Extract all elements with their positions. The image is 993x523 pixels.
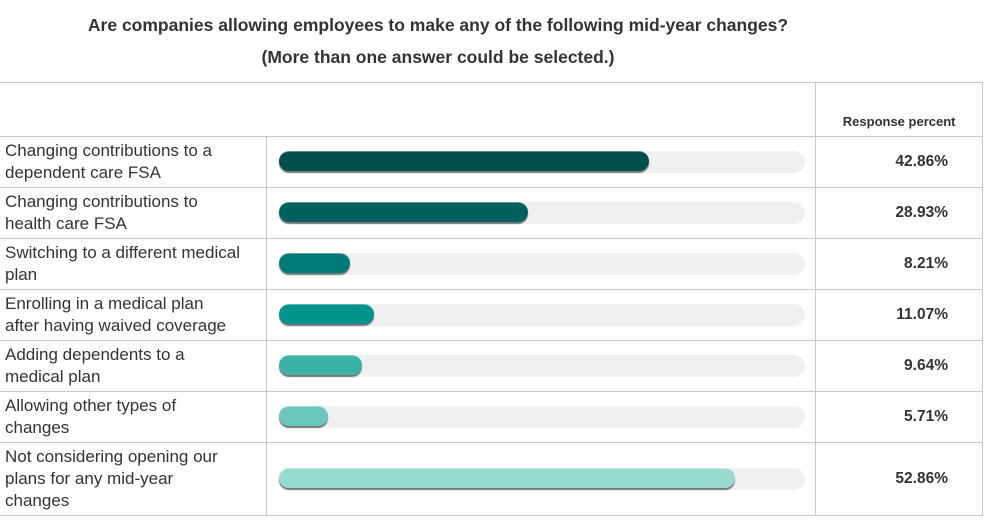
chart-subtitle: (More than one answer could be selected.… (261, 47, 615, 67)
category-label-line: health care FSA (5, 214, 127, 233)
bar (278, 355, 362, 375)
category-label-line: Allowing other types of (5, 396, 177, 415)
bar-track (278, 202, 805, 224)
header-blank-cell (266, 82, 816, 137)
bar-track (278, 253, 805, 275)
header-blank-cell (0, 82, 267, 137)
bar (278, 151, 649, 171)
category-label: Enrolling in a medical plan after having … (0, 289, 267, 341)
category-label-line: Switching to a different medical (5, 243, 240, 262)
table-row: Enrolling in a medical plan after having … (0, 289, 983, 341)
response-percent-value: 52.86% (815, 442, 983, 516)
bar-track (278, 468, 805, 490)
category-label-line: Not considering opening our (5, 447, 218, 466)
category-label: Changing contributions to health care FSA (0, 187, 267, 239)
response-percent-value: 11.07% (815, 289, 983, 341)
table-row: Switching to a different medical plan 8.21… (0, 238, 983, 290)
category-label-line: Changing contributions to (5, 192, 198, 211)
header-row: Response percent (0, 82, 983, 137)
response-percent-header: Response percent (815, 82, 983, 137)
table-row: Not considering opening our plans for any… (0, 442, 983, 516)
bar-track (278, 355, 805, 377)
bar-track (278, 406, 805, 428)
response-percent-value: 8.21% (815, 238, 983, 290)
bar-cell (265, 340, 817, 392)
category-label-line: Adding dependents to a (5, 345, 185, 364)
category-label-line: medical plan (5, 367, 101, 386)
category-label-line: changes (5, 418, 70, 437)
chart-title: Are companies allowing employees to make… (87, 15, 789, 35)
category-label-line: dependent care FSA (5, 163, 161, 182)
bar-cell (265, 289, 817, 341)
bar-cell (265, 136, 817, 188)
table-row: Adding dependents to a medical plan 9.64% (0, 340, 983, 392)
bar (278, 202, 528, 222)
category-label-line: Changing contributions to a (5, 141, 212, 160)
bar-track (278, 151, 805, 173)
table-row: Changing contributions to health care FSA… (0, 187, 983, 239)
table-row: Changing contributions to a dependent car… (0, 136, 983, 188)
category-label: Not considering opening our plans for any… (0, 442, 267, 516)
bar (278, 304, 374, 324)
category-label: Switching to a different medical plan (0, 238, 267, 290)
category-label-line: Enrolling in a medical plan (5, 294, 204, 313)
category-label-line: changes (5, 491, 70, 510)
response-percent-value: 28.93% (815, 187, 983, 239)
table-row: Allowing other types of changes 5.71% (0, 391, 983, 443)
bar-cell (265, 187, 817, 239)
response-percent-value: 5.71% (815, 391, 983, 443)
bar (278, 406, 328, 426)
response-percent-value: 42.86% (815, 136, 983, 188)
response-percent-value: 9.64% (815, 340, 983, 392)
category-label: Allowing other types of changes (0, 391, 267, 443)
bar (278, 468, 735, 488)
category-label-line: after having waived coverage (5, 316, 227, 335)
bar-cell (265, 442, 817, 516)
category-label: Adding dependents to a medical plan (0, 340, 267, 392)
category-label: Changing contributions to a dependent car… (0, 136, 267, 188)
bar (278, 253, 350, 273)
results-table: Response percent Changing contributions … (0, 82, 983, 516)
bar-track (278, 304, 805, 326)
bar-cell (265, 238, 817, 290)
category-label-line: plans for any mid-year (5, 469, 174, 488)
bar-cell (265, 391, 817, 443)
category-label-line: plan (5, 265, 38, 284)
